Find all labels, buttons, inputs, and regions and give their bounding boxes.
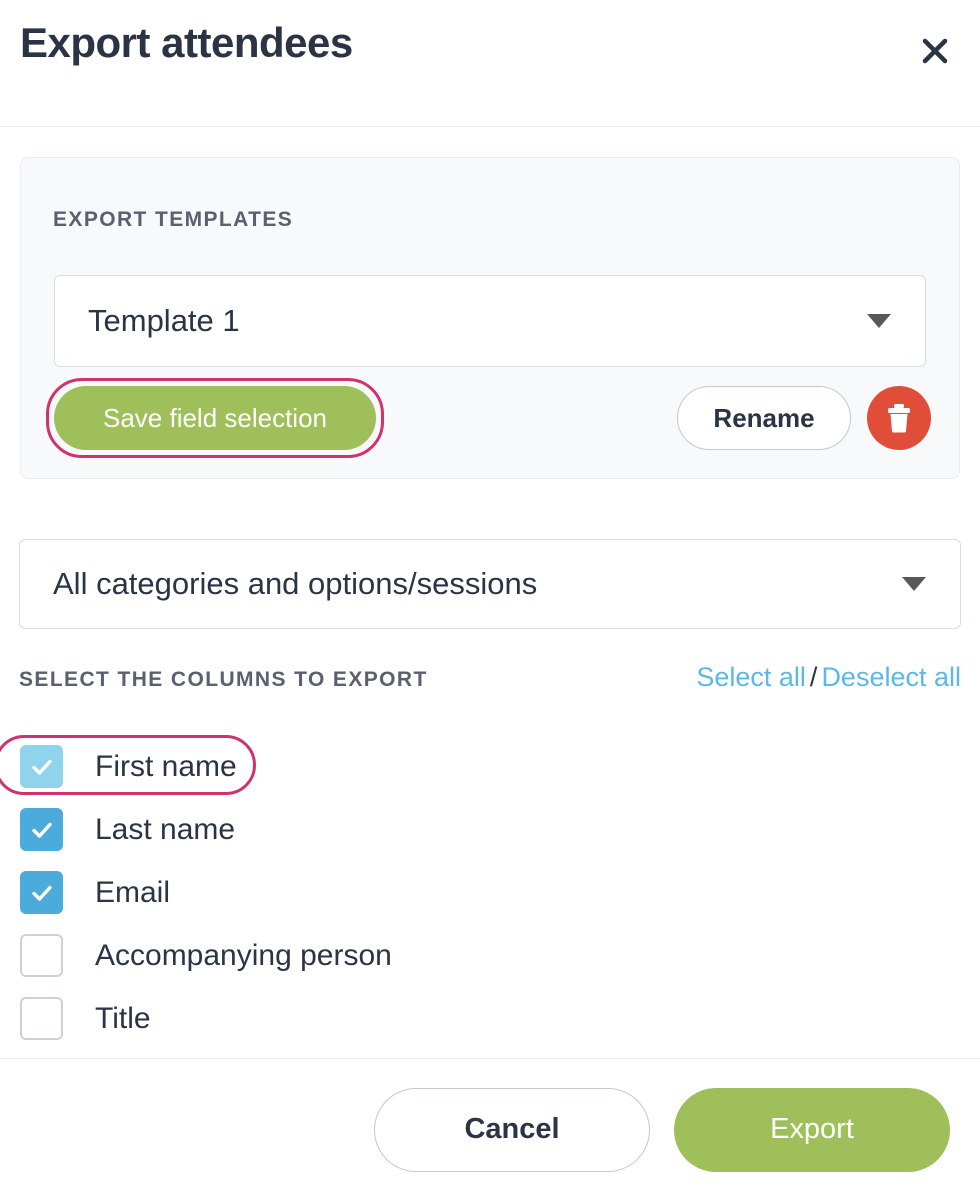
template-select-value: Template 1	[88, 303, 240, 338]
select-all-link[interactable]: Select all	[696, 662, 806, 692]
category-select-value: All categories and options/sessions	[53, 566, 538, 601]
check-icon	[31, 759, 52, 775]
select-columns-label: SELECT THE COLUMNS TO EXPORT	[19, 668, 428, 691]
modal-body: EXPORT TEMPLATES Template 1 Save field s…	[0, 127, 980, 1058]
trash-icon	[884, 402, 914, 434]
column-label: Title	[95, 1001, 151, 1035]
template-select[interactable]: Template 1	[54, 275, 926, 367]
column-label: Accompanying person	[95, 938, 392, 972]
columns-list: First name Last name Email Accompanying per…	[0, 735, 980, 1050]
chevron-down-icon	[902, 577, 926, 591]
column-checkbox[interactable]	[20, 997, 63, 1040]
link-separator: /	[809, 662, 818, 692]
modal-header: Export attendees	[0, 0, 980, 127]
column-row[interactable]: Email	[0, 861, 980, 924]
chevron-down-icon	[867, 314, 891, 328]
select-links: Select all / Deselect all	[696, 662, 961, 693]
rename-button[interactable]: Rename	[677, 386, 851, 450]
column-checkbox[interactable]	[20, 808, 63, 851]
page-title: Export attendees	[20, 19, 353, 66]
column-label: First name	[95, 749, 237, 783]
save-field-selection-wrapper: Save field selection	[46, 378, 384, 458]
column-label: Last name	[95, 812, 236, 846]
deselect-all-link[interactable]: Deselect all	[821, 662, 961, 692]
column-label: Email	[95, 875, 171, 909]
column-row[interactable]: Accompanying person	[0, 924, 980, 987]
columns-header: SELECT THE COLUMNS TO EXPORT Select all /…	[19, 662, 961, 693]
export-templates-label: EXPORT TEMPLATES	[53, 208, 294, 231]
cancel-button[interactable]: Cancel	[374, 1087, 650, 1172]
category-select[interactable]: All categories and options/sessions	[19, 539, 961, 629]
close-button[interactable]	[912, 28, 958, 74]
save-field-selection-button[interactable]: Save field selection	[54, 386, 376, 450]
column-row[interactable]: Last name	[0, 798, 980, 861]
column-row[interactable]: First name	[0, 735, 980, 798]
check-icon	[31, 885, 52, 901]
modal-footer: Cancel Export	[0, 1058, 980, 1200]
close-icon	[915, 31, 955, 71]
export-attendees-modal: Export attendees EXPORT TEMPLATES Templa…	[0, 0, 980, 1200]
column-checkbox[interactable]	[20, 745, 63, 788]
column-checkbox[interactable]	[20, 934, 63, 977]
column-checkbox[interactable]	[20, 871, 63, 914]
column-row[interactable]: Title	[0, 987, 980, 1050]
export-templates-panel: EXPORT TEMPLATES Template 1 Save field s…	[20, 157, 960, 479]
check-icon	[31, 822, 52, 838]
export-button[interactable]: Export	[674, 1087, 950, 1172]
delete-template-button[interactable]	[867, 386, 931, 450]
